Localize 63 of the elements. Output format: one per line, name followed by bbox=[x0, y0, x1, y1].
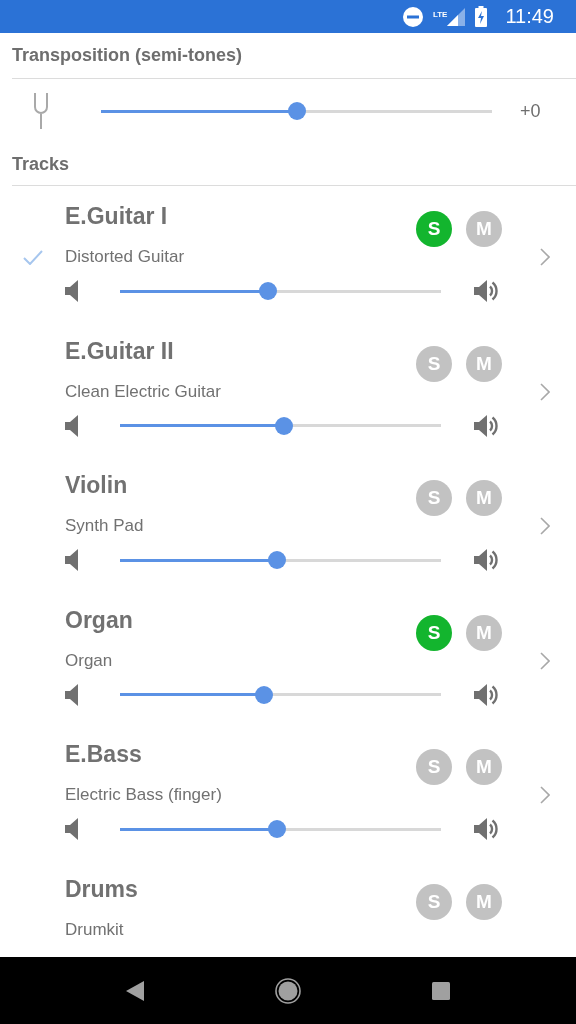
speaker-low-icon[interactable] bbox=[65, 414, 79, 437]
slider-thumb[interactable] bbox=[287, 102, 306, 120]
slider-thumb[interactable] bbox=[255, 685, 274, 704]
solo-button[interactable]: S bbox=[416, 345, 452, 382]
transposition-value: +0 bbox=[520, 100, 541, 122]
speaker-high-icon[interactable] bbox=[474, 280, 498, 302]
track-name[interactable]: E.Bass bbox=[65, 734, 142, 780]
speaker-low-icon[interactable] bbox=[65, 280, 79, 302]
mute-button[interactable]: M bbox=[466, 480, 502, 516]
chevron-right-icon[interactable] bbox=[540, 786, 550, 804]
mute-button[interactable]: M bbox=[466, 614, 502, 651]
transposition-slider[interactable] bbox=[101, 102, 492, 120]
clock-time: 11:49 bbox=[505, 5, 554, 28]
solo-button[interactable]: S bbox=[416, 883, 452, 920]
track-name[interactable]: E.Guitar II bbox=[65, 330, 174, 377]
network-type-label: LTE bbox=[432, 9, 448, 19]
instrument-name: Drumkit bbox=[65, 918, 124, 941]
battery-charging-icon bbox=[475, 6, 488, 27]
instrument-name: Clean Electric Guitar bbox=[65, 380, 221, 403]
slider-thumb[interactable] bbox=[274, 416, 293, 435]
volume-slider[interactable] bbox=[120, 282, 441, 300]
solo-button[interactable]: S bbox=[416, 749, 452, 785]
mute-button[interactable]: M bbox=[466, 749, 502, 785]
slider-thumb[interactable] bbox=[268, 820, 287, 838]
solo-button[interactable]: S bbox=[416, 211, 452, 247]
track-name[interactable]: Violin bbox=[65, 465, 128, 511]
instrument-name: Distorted Guitar bbox=[65, 246, 185, 268]
section-title: Tracks bbox=[12, 153, 70, 175]
track-name[interactable]: Drums bbox=[65, 868, 138, 915]
speaker-high-icon[interactable] bbox=[474, 549, 498, 571]
recents-icon[interactable] bbox=[432, 981, 451, 1000]
volume-slider[interactable] bbox=[120, 820, 441, 838]
slider-thumb[interactable] bbox=[268, 551, 287, 569]
mute-button[interactable]: M bbox=[466, 345, 502, 382]
track-name[interactable]: Organ bbox=[65, 599, 133, 646]
mute-button[interactable]: M bbox=[466, 211, 502, 247]
solo-button[interactable]: S bbox=[416, 614, 452, 651]
mute-button[interactable]: M bbox=[466, 883, 502, 920]
speaker-low-icon[interactable] bbox=[65, 818, 79, 840]
speaker-low-icon[interactable] bbox=[65, 683, 79, 706]
volume-slider[interactable] bbox=[120, 685, 441, 704]
chevron-right-icon[interactable] bbox=[540, 651, 550, 670]
speaker-high-icon[interactable] bbox=[474, 683, 498, 706]
chevron-right-icon[interactable] bbox=[540, 382, 550, 401]
back-icon[interactable] bbox=[125, 980, 144, 1001]
volume-slider[interactable] bbox=[120, 551, 441, 569]
chevron-right-icon[interactable] bbox=[540, 517, 550, 535]
speaker-high-icon[interactable] bbox=[474, 818, 498, 840]
instrument-name: Organ bbox=[65, 649, 113, 672]
volume-slider[interactable] bbox=[120, 416, 441, 435]
track-name[interactable]: E.Guitar I bbox=[65, 196, 168, 242]
slider-thumb[interactable] bbox=[258, 282, 277, 300]
speaker-high-icon[interactable] bbox=[474, 414, 498, 437]
instrument-name: Electric Bass (finger) bbox=[65, 784, 222, 806]
tuning-fork-icon bbox=[33, 93, 48, 129]
section-title: Transposition (semi-tones) bbox=[12, 45, 243, 66]
instrument-name: Synth Pad bbox=[65, 515, 144, 537]
speaker-low-icon[interactable] bbox=[65, 549, 79, 571]
chevron-right-icon[interactable] bbox=[540, 248, 550, 266]
solo-button[interactable]: S bbox=[416, 480, 452, 516]
home-icon[interactable] bbox=[275, 977, 301, 1004]
signal-icon bbox=[447, 7, 466, 26]
do-not-disturb-icon bbox=[402, 6, 423, 27]
